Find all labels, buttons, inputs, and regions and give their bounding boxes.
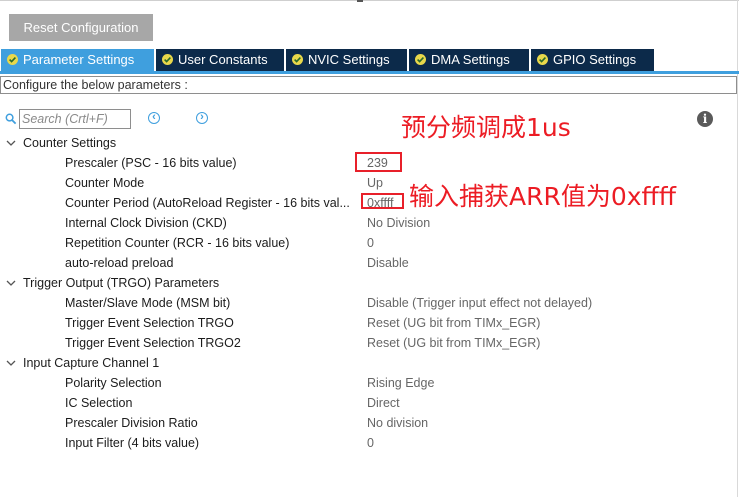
tab-label: NVIC Settings <box>308 52 390 67</box>
param-name: Repetition Counter (RCR - 16 bits value) <box>65 236 290 250</box>
window-top-border <box>0 0 739 1</box>
prescaler-highlight-box <box>355 152 402 172</box>
panel-right-border <box>737 0 738 497</box>
param-name: Counter Period (AutoReload Register - 16… <box>65 196 350 210</box>
tab-dma-settings[interactable]: DMA Settings <box>409 49 529 71</box>
tab-parameter-settings[interactable]: Parameter Settings <box>1 49 154 71</box>
prescaler-annotation: 预分频调成1us <box>401 113 571 142</box>
param-row-trgo2[interactable]: Trigger Event Selection TRGO2 Reset (UG … <box>0 333 737 353</box>
param-name: Counter Mode <box>65 176 145 190</box>
param-name: IC Selection <box>65 396 133 410</box>
check-circle-icon <box>415 54 426 65</box>
chevron-down-icon <box>6 360 16 366</box>
param-row-master-slave-mode[interactable]: Master/Slave Mode (MSM bit) Disable (Tri… <box>0 293 737 313</box>
param-name: Prescaler Division Ratio <box>65 416 198 430</box>
param-name: Input Filter (4 bits value) <box>65 436 200 450</box>
search-input[interactable] <box>19 109 131 129</box>
param-name: auto-reload preload <box>65 256 174 270</box>
param-row-input-filter[interactable]: Input Filter (4 bits value) 0 <box>0 433 737 453</box>
param-name: Internal Clock Division (CKD) <box>65 216 227 230</box>
search-icon <box>5 113 17 128</box>
check-circle-icon <box>292 54 303 65</box>
param-row-repetition-counter[interactable]: Repetition Counter (RCR - 16 bits value)… <box>0 233 737 253</box>
chevron-down-icon <box>6 280 16 286</box>
param-name: Trigger Event Selection TRGO2 <box>65 336 241 350</box>
param-value[interactable]: Reset (UG bit from TIMx_EGR) <box>367 313 540 333</box>
param-name: Master/Slave Mode (MSM bit) <box>65 296 231 310</box>
param-value[interactable]: 0 <box>367 233 374 253</box>
check-circle-icon <box>7 54 18 65</box>
arr-annotation: 输入捕获ARR值为0xffff <box>409 182 676 211</box>
group-title: Input Capture Channel 1 <box>23 356 160 370</box>
param-value[interactable]: Up <box>367 173 383 193</box>
tab-user-constants[interactable]: User Constants <box>156 49 284 71</box>
tab-label: DMA Settings <box>431 52 510 67</box>
param-row-ic-selection[interactable]: IC Selection Direct <box>0 393 737 413</box>
check-circle-icon <box>162 54 173 65</box>
chevron-down-icon <box>6 140 16 146</box>
tab-label: GPIO Settings <box>553 52 637 67</box>
group-title: Trigger Output (TRGO) Parameters <box>23 276 220 290</box>
param-row-trgo[interactable]: Trigger Event Selection TRGO Reset (UG b… <box>0 313 737 333</box>
counter-period-highlight-box <box>361 193 404 209</box>
param-name: Prescaler (PSC - 16 bits value) <box>65 156 237 170</box>
param-row-auto-reload-preload[interactable]: auto-reload preload Disable <box>0 253 737 273</box>
group-trigger-output[interactable]: Trigger Output (TRGO) Parameters <box>0 273 737 293</box>
group-input-capture-channel-1[interactable]: Input Capture Channel 1 <box>0 353 737 373</box>
param-row-prescaler-division-ratio[interactable]: Prescaler Division Ratio No division <box>0 413 737 433</box>
tab-gpio-settings[interactable]: GPIO Settings <box>531 49 654 71</box>
info-icon[interactable]: i <box>697 111 713 127</box>
param-value[interactable]: Rising Edge <box>367 373 434 393</box>
tab-label: Parameter Settings <box>23 52 135 67</box>
chevron-left-icon: ‹ <box>152 111 156 123</box>
chevron-right-icon: › <box>200 111 204 123</box>
group-counter-settings[interactable]: Counter Settings <box>0 133 737 153</box>
window-top-marker <box>357 0 363 2</box>
tab-bar-underline <box>0 71 739 74</box>
check-circle-icon <box>537 54 548 65</box>
param-row-clock-division[interactable]: Internal Clock Division (CKD) No Divisio… <box>0 213 737 233</box>
param-name: Trigger Event Selection TRGO <box>65 316 234 330</box>
reset-configuration-button[interactable]: Reset Configuration <box>9 14 153 41</box>
param-value[interactable]: Disable <box>367 253 409 273</box>
configure-instructions: Configure the below parameters : <box>0 76 737 94</box>
param-value[interactable]: No division <box>367 413 428 433</box>
search-previous-button[interactable]: ‹ <box>148 111 160 124</box>
group-title: Counter Settings <box>23 136 117 150</box>
param-value[interactable]: Direct <box>367 393 400 413</box>
param-value[interactable]: No Division <box>367 213 430 233</box>
search-next-button[interactable]: › <box>196 111 208 124</box>
param-row-polarity-selection[interactable]: Polarity Selection Rising Edge <box>0 373 737 393</box>
param-value[interactable]: Reset (UG bit from TIMx_EGR) <box>367 333 540 353</box>
param-value[interactable]: Disable (Trigger input effect not delaye… <box>367 293 592 313</box>
param-value[interactable]: 0 <box>367 433 374 453</box>
tab-label: User Constants <box>178 52 268 67</box>
param-name: Polarity Selection <box>65 376 162 390</box>
tab-nvic-settings[interactable]: NVIC Settings <box>286 49 407 71</box>
settings-tab-bar: Parameter Settings User Constants NVIC S… <box>0 49 739 71</box>
